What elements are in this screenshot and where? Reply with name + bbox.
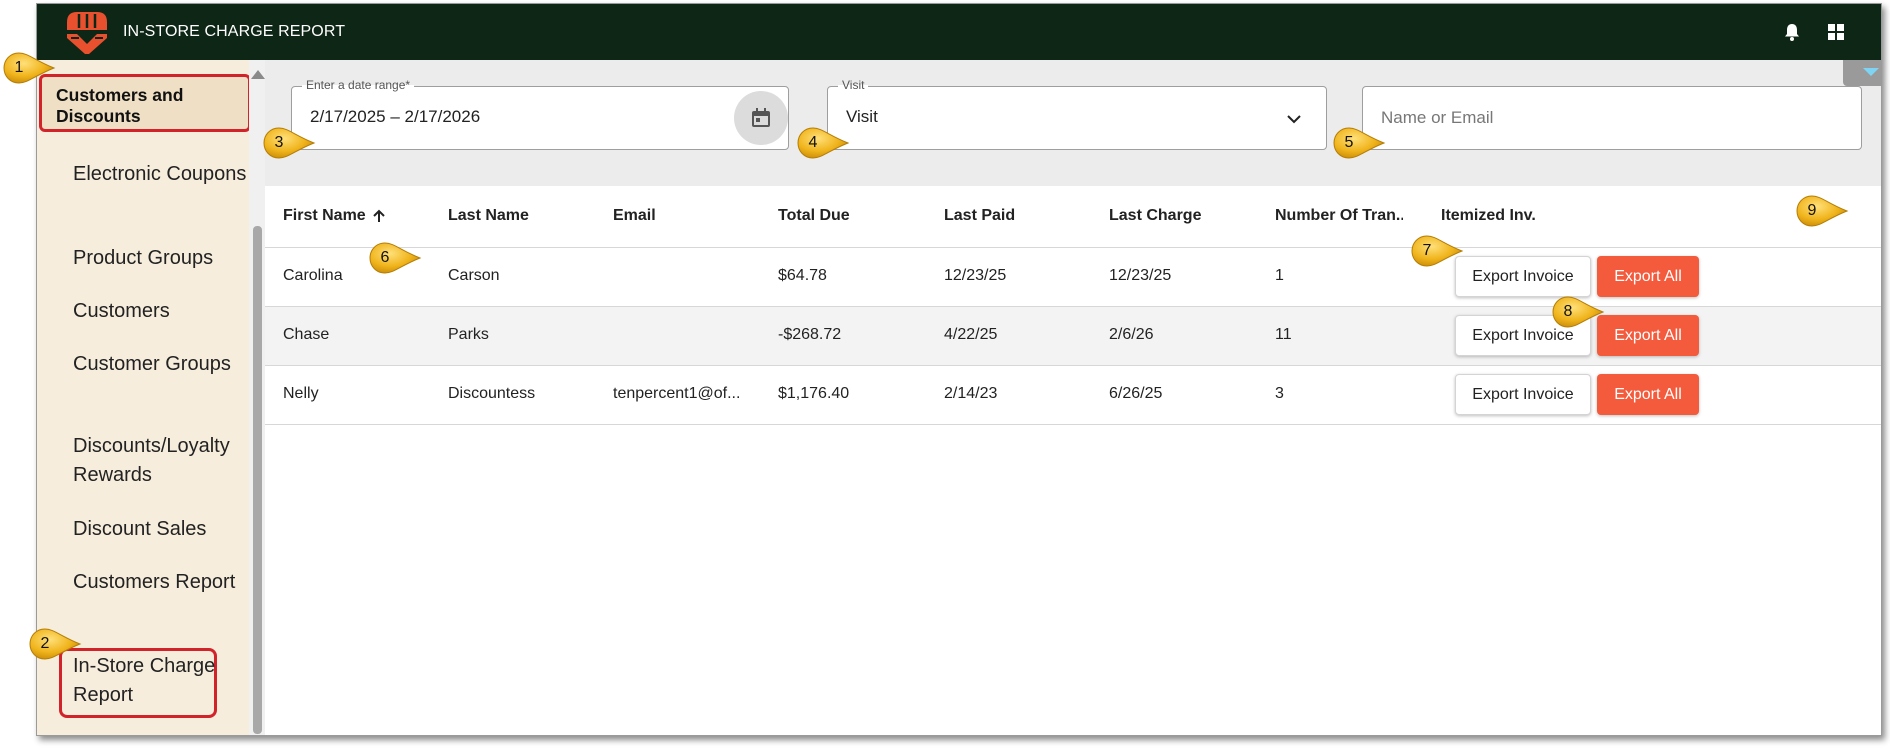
calendar-button[interactable] [734, 91, 788, 145]
callout-number: 7 [1422, 242, 1432, 259]
calendar-icon [752, 108, 770, 127]
cell-first-name: Nelly [283, 385, 319, 402]
cell-last-charge: 2/6/26 [1109, 326, 1154, 343]
callout-number: 5 [1344, 134, 1354, 151]
callout-number: 2 [40, 635, 50, 652]
cell-last-paid: 4/22/25 [944, 326, 998, 343]
charge-report-table: First Name Last Name Email Total Due Las… [265, 186, 1881, 425]
callout-number: 3 [274, 134, 284, 151]
export-all-button[interactable]: Export All [1597, 374, 1699, 415]
top-bar: IN-STORE CHARGE REPORT [37, 4, 1881, 60]
cell-number-of-transactions: 11 [1275, 326, 1292, 343]
export-all-button[interactable]: Export All [1597, 315, 1699, 356]
column-header-email[interactable]: Email [613, 207, 656, 225]
search-input[interactable] [1364, 88, 1860, 148]
table-header: First Name Last Name Email Total Due Las… [265, 186, 1881, 248]
column-header-last-charge[interactable]: Last Charge [1109, 207, 1201, 225]
table-row[interactable]: Carolina Carson $64.78 12/23/25 12/23/25… [265, 248, 1881, 307]
column-header-total-due[interactable]: Total Due [778, 207, 850, 225]
visit-select[interactable]: Visit Visit [827, 78, 1327, 150]
cell-last-name: Discountess [448, 385, 536, 402]
cell-last-paid: 2/14/23 [944, 385, 998, 402]
cell-number-of-transactions: 1 [1275, 267, 1284, 284]
sidebar-item-discounts-loyalty-rewards[interactable]: Discounts/Loyalty Rewards [73, 432, 253, 490]
search-field[interactable] [1362, 86, 1862, 150]
callout-number: 8 [1563, 303, 1573, 320]
brand-logo [67, 12, 107, 54]
page-title: IN-STORE CHARGE REPORT [123, 23, 346, 40]
table-row[interactable]: Nelly Discountess tenpercent1@of... $1,1… [265, 366, 1881, 425]
callout-9: 9 [1795, 194, 1851, 228]
callout-8: 8 [1551, 295, 1607, 329]
sidebar-item-in-store-charge-report[interactable]: In-Store Charge Report [73, 652, 253, 710]
callout-1: 1 [2, 51, 58, 85]
scrollbar-thumb[interactable] [253, 226, 262, 734]
cell-last-charge: 6/26/25 [1109, 385, 1163, 402]
visit-label: Visit [838, 78, 869, 92]
export-invoice-button[interactable]: Export Invoice [1455, 374, 1591, 415]
sidebar-item-customer-groups[interactable]: Customer Groups [73, 350, 253, 379]
cell-total-due: -$268.72 [778, 326, 842, 343]
table-row[interactable]: Chase Parks -$268.72 4/22/25 2/6/26 11 E… [265, 307, 1881, 366]
callout-number: 9 [1807, 202, 1817, 219]
arrow-up-icon[interactable] [371, 208, 387, 224]
cell-last-paid: 12/23/25 [944, 267, 1007, 284]
cell-first-name: Chase [283, 326, 330, 343]
sidebar-item-electronic-coupons[interactable]: Electronic Coupons [73, 160, 253, 189]
callout-6: 6 [368, 241, 424, 275]
date-range-value: 2/17/2025 – 2/17/2026 [310, 107, 481, 126]
export-invoice-button[interactable]: Export Invoice [1455, 256, 1591, 297]
scroll-up-arrow-icon[interactable] [251, 70, 265, 79]
callout-number: 1 [14, 59, 24, 76]
cell-email: tenpercent1@of... [613, 385, 741, 402]
column-header-last-paid[interactable]: Last Paid [944, 207, 1015, 225]
callout-2: 2 [28, 627, 84, 661]
column-header-itemized-inv: Itemized Inv. [1441, 207, 1536, 224]
callout-4: 4 [796, 126, 852, 160]
sidebar-group-customers-and-discounts[interactable]: Customers and Discounts [39, 74, 251, 132]
callout-7: 7 [1410, 234, 1466, 268]
app-window: IN-STORE CHARGE REPORT Customers and Dis… [36, 3, 1882, 736]
callout-number: 4 [808, 134, 818, 151]
bell-icon[interactable] [1782, 22, 1802, 42]
cell-total-due: $1,176.40 [778, 385, 850, 402]
column-header-last-name[interactable]: Last Name [448, 207, 529, 225]
cell-total-due: $64.78 [778, 267, 827, 284]
visit-value: Visit [846, 107, 878, 126]
callout-number: 6 [380, 249, 390, 266]
column-header-first-name[interactable]: First Name [283, 207, 366, 225]
cell-first-name: Carolina [283, 267, 343, 284]
sidebar-item-product-groups[interactable]: Product Groups [73, 244, 253, 273]
callout-5: 5 [1332, 126, 1388, 160]
callout-3: 3 [262, 126, 318, 160]
sidebar-item-customers[interactable]: Customers [73, 297, 253, 326]
sidebar-item-customers-report[interactable]: Customers Report [73, 568, 253, 597]
cell-last-name: Carson [448, 267, 500, 284]
export-all-button[interactable]: Export All [1597, 256, 1699, 297]
cell-last-name: Parks [448, 326, 489, 343]
cell-last-charge: 12/23/25 [1109, 267, 1172, 284]
chevron-down-icon [1287, 115, 1301, 124]
collapse-filters-button[interactable] [1843, 60, 1881, 86]
date-range-label: Enter a date range* [302, 78, 415, 92]
date-range-field[interactable]: Enter a date range* 2/17/2025 – 2/17/202… [291, 78, 789, 150]
grid-icon[interactable] [1826, 22, 1846, 42]
cell-number-of-transactions: 3 [1275, 385, 1284, 402]
sidebar-item-discount-sales[interactable]: Discount Sales [73, 515, 253, 544]
caret-down-icon [1863, 68, 1879, 76]
column-header-number-of-transactions[interactable]: Number Of Tran... [1275, 207, 1403, 225]
